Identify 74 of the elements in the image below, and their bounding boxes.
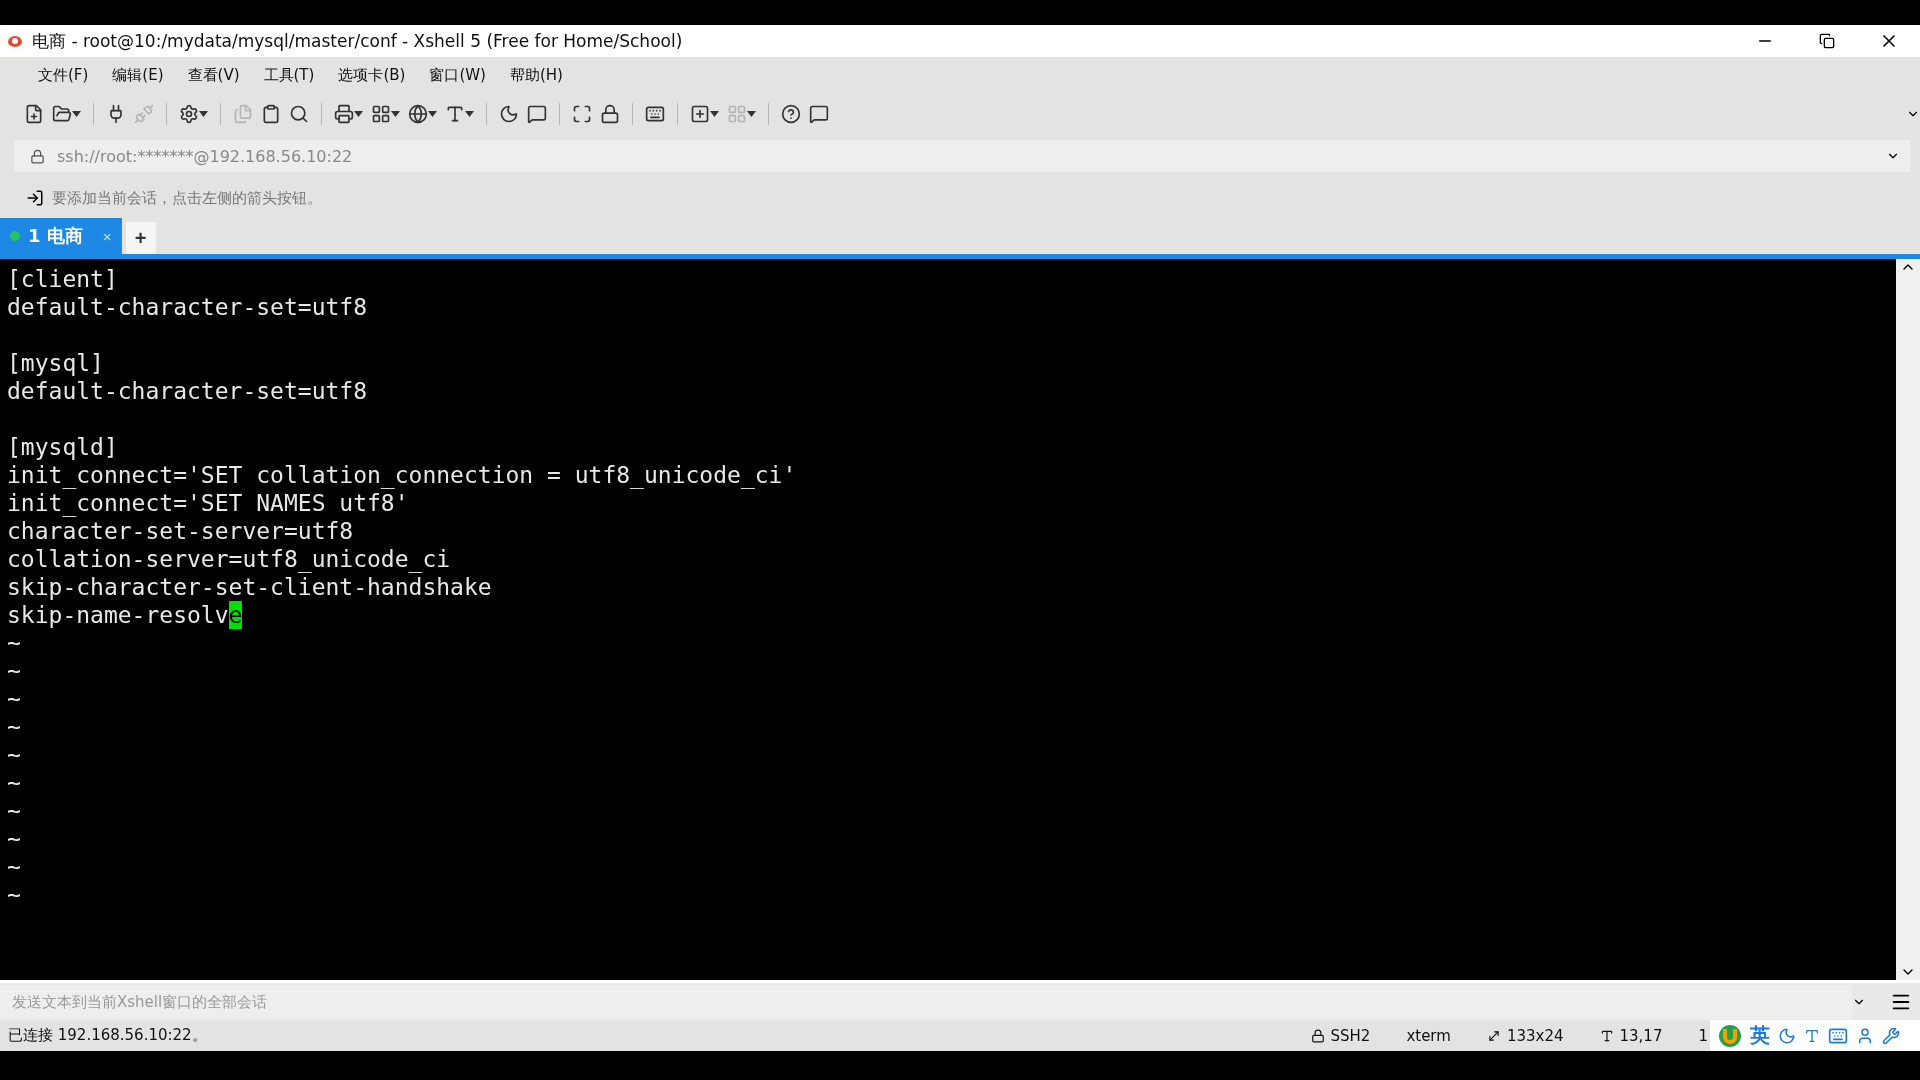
terminal-line: ~ [7,881,21,909]
hint-text: 要添加当前会话，点击左侧的箭头按钮。 [52,188,322,208]
terminal-line: ~ [7,769,21,797]
dropdown-caret-icon[interactable] [354,111,363,117]
menu-item[interactable]: 文件(F) [28,61,99,89]
terminal-line: default-character-set=utf8 [7,293,368,321]
ime-logo-icon [1718,1023,1742,1048]
moon-icon [1778,1026,1796,1045]
status-item: 13,17 [1619,1026,1663,1045]
window-title: 电商 - root@10:/mydata/mysql/master/conf - Xshell 5 (Free for Home/School) [32,29,684,53]
dropdown-caret-icon[interactable] [465,111,474,117]
terminal-line: character-set-server=utf8 [7,517,354,545]
menu-item[interactable]: 窗口(W) [419,61,496,89]
lock-icon [30,148,45,164]
status-item: 1 [1698,1026,1708,1045]
terminal-line: skip-character-set-client-handshake [7,573,492,601]
terminal-line: ~ [7,741,21,769]
globe-icon[interactable] [408,104,428,124]
dropdown-caret-icon[interactable] [747,111,756,117]
help-icon[interactable] [781,104,801,124]
resize-icon [1486,1028,1501,1043]
settings-icon[interactable] [179,104,199,124]
restore-icon[interactable] [1819,33,1835,49]
terminal-line: [mysqld] [7,433,118,461]
dropdown-caret-icon[interactable] [391,111,400,117]
chat-icon[interactable] [809,104,829,124]
terminal-line: ~ [7,657,21,685]
app-logo-icon [6,33,24,49]
status-item: xterm [1406,1026,1451,1045]
status-item: SSH2 [1330,1026,1371,1045]
dropdown-caret-icon[interactable] [428,111,437,117]
send-text-field[interactable]: 发送文本到当前Xshell窗口的全部会话 [0,984,1852,1019]
keyboard-icon[interactable] [645,104,665,124]
add-session-arrow-icon[interactable] [26,189,44,207]
dropdown-caret-icon[interactable] [710,111,719,117]
terminal-line: collation-server=utf8_unicode_ci [7,545,451,573]
user-icon [1856,1026,1874,1045]
menu-item[interactable]: 选项卡(B) [328,61,416,89]
wrench-icon [1882,1026,1900,1045]
scrollbar[interactable] [1896,259,1920,980]
terminal-line: ~ [7,825,21,853]
terminal-line: init_connect='SET collation_connection = utf8_unicode_ci' [7,461,797,489]
search-icon[interactable] [289,104,309,124]
dropdown-caret-icon[interactable] [199,111,208,117]
terminal-line: [client] [7,265,118,293]
font-icon[interactable] [445,104,465,124]
printer-icon[interactable] [334,104,354,124]
new-tab-button[interactable]: + [125,222,156,254]
menu-item[interactable]: 编辑(E) [102,61,174,89]
menu-item[interactable]: 查看(V) [177,61,250,89]
ime-language: 英 [1750,1022,1770,1049]
dropdown-caret-icon[interactable] [72,111,81,117]
session-tab[interactable]: 1 电商 × [0,218,122,254]
terminal-line: default-character-set=utf8 [7,377,368,405]
terminal-line: ~ [7,629,21,657]
new-session-icon[interactable] [24,104,44,124]
fullscreen-icon[interactable] [572,104,592,124]
terminal-line: ~ [7,797,21,825]
terminal-line: ~ [7,853,21,881]
folder-icon[interactable] [52,104,72,124]
terminal-line: [mysql] [7,349,104,377]
terminal-line: init_connect='SET NAMES utf8' [7,489,409,517]
terminal-line: skip-name-resolv [7,601,229,629]
menu-item[interactable]: 工具(T) [253,61,325,89]
lock-icon[interactable] [600,104,620,124]
paste-icon[interactable] [261,104,281,124]
terminal-line: ~ [7,713,21,741]
status-item: 133x24 [1506,1026,1564,1045]
add-tab-icon[interactable] [690,104,710,124]
terminal-line: ~ [7,685,21,713]
menu-item[interactable]: 帮助(H) [499,61,573,89]
connection-status: 已连接 192.168.56.10:22。 [8,1026,208,1045]
lock-icon [1310,1028,1325,1043]
terminal-cursor: e [228,601,243,629]
